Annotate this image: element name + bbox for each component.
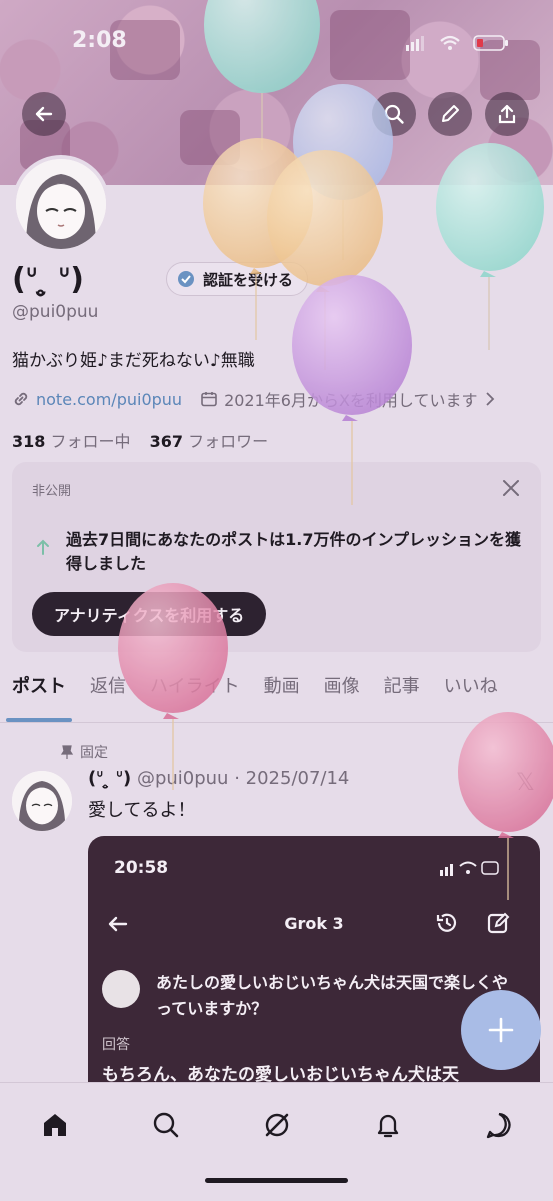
home-indicator — [205, 1178, 348, 1183]
status-time: 2:08 — [72, 28, 127, 53]
post-header: (ᐡ ̥̮ ᐡ) @pui0puu · 2025/07/14 — [88, 768, 349, 789]
media-question-avatar — [102, 970, 140, 1008]
edit-button[interactable] — [428, 92, 472, 136]
tab-articles[interactable]: 記事 — [372, 672, 432, 722]
joined-date: 2021年6月からXを利用しています — [224, 391, 478, 410]
nav-grok[interactable] — [257, 1105, 297, 1145]
wifi-icon — [440, 35, 460, 50]
following-link[interactable]: 318 フォロー中 — [12, 432, 131, 451]
back-button[interactable] — [22, 92, 66, 136]
follow-stats: 318 フォロー中 367 フォロワー — [12, 428, 268, 452]
following-label: フォロー中 — [50, 432, 131, 451]
compose-fab[interactable] — [461, 990, 541, 1070]
search-button[interactable] — [372, 92, 416, 136]
post-handle-date: @pui0puu · 2025/07/14 — [136, 768, 350, 789]
anime-girl-avatar-icon — [12, 771, 72, 831]
bell-icon — [377, 1114, 399, 1138]
impressions-text: 過去7日間にあなたのポストは1.7万件のインプレッションを獲得しました — [66, 530, 521, 573]
pin-icon — [60, 745, 74, 759]
media-answer-label: 回答 — [102, 1037, 130, 1053]
nav-messages[interactable] — [479, 1105, 519, 1145]
analytics-button[interactable]: アナリティクスを利用する — [32, 592, 267, 636]
compose-icon — [487, 912, 510, 934]
search-icon — [384, 104, 404, 124]
status-icons — [405, 34, 509, 52]
battery-icon — [473, 35, 508, 51]
calendar-icon — [201, 392, 217, 407]
share-button[interactable] — [485, 92, 529, 136]
pinned-label: 固定 — [80, 745, 108, 761]
media-status-icons — [440, 861, 499, 876]
tab-likes[interactable]: いいね — [432, 672, 510, 722]
post-text: 愛してるよ！ — [88, 800, 196, 821]
profile-meta: note.com/pui0puu 2021年6月からXを利用しています — [12, 387, 497, 411]
post-avatar[interactable] — [12, 771, 72, 831]
plus-icon — [488, 1017, 514, 1043]
back-arrow-icon — [35, 106, 53, 122]
media-status-time: 20:58 — [114, 858, 169, 878]
profile-avatar[interactable] — [12, 155, 110, 253]
tab-highlights[interactable]: ハイライト — [138, 672, 252, 722]
tab-replies[interactable]: 返信 — [78, 672, 138, 722]
post-author-name[interactable]: (ᐡ ̥̮ ᐡ) — [88, 768, 131, 789]
following-count: 318 — [12, 432, 46, 451]
bottom-nav — [0, 1082, 553, 1201]
tab-videos[interactable]: 動画 — [252, 672, 312, 722]
profile-tabs: ポスト 返信 ハイライト 動画 画像 記事 いいね — [0, 672, 553, 723]
anime-girl-avatar-icon — [16, 159, 106, 249]
nav-notifications[interactable] — [368, 1105, 408, 1145]
link-icon — [14, 392, 28, 406]
nav-search[interactable] — [146, 1105, 186, 1145]
close-icon[interactable] — [501, 478, 521, 498]
handle: @pui0puu — [12, 302, 99, 322]
tab-images[interactable]: 画像 — [312, 672, 372, 722]
private-label: 非公開 — [32, 484, 72, 499]
media-title: Grok 3 — [284, 914, 344, 933]
history-icon — [436, 913, 457, 932]
share-icon — [498, 104, 516, 124]
media-question: あたしの愛しいおじいちゃん犬は天国で楽しくやっていますか？ — [156, 973, 509, 1018]
home-icon — [44, 1114, 66, 1136]
pinned-indicator: 固定 — [60, 742, 108, 762]
get-verified-label: 認証を受ける — [203, 270, 294, 289]
followers-link[interactable]: 367 フォロワー — [150, 432, 269, 451]
pencil-icon — [442, 105, 459, 122]
followers-label: フォロワー — [188, 432, 269, 451]
tab-posts[interactable]: ポスト — [0, 672, 78, 722]
trend-up-icon — [37, 539, 49, 555]
followers-count: 367 — [149, 432, 184, 451]
x-logo-icon: 𝕏 — [515, 768, 535, 796]
nav-home[interactable] — [35, 1105, 75, 1145]
analytics-card: 非公開 過去7日間にあなたのポストは1.7万件のインプレッションを獲得しました … — [12, 462, 541, 652]
bio: 猫かぶり姫♪まだ死ねない♪無職 — [12, 351, 255, 371]
messages-icon — [486, 1112, 511, 1139]
chevron-right-icon[interactable] — [483, 391, 497, 407]
search-icon — [153, 1112, 179, 1138]
get-verified-button[interactable]: 認証を受ける — [166, 262, 309, 296]
verified-badge-icon — [178, 271, 194, 287]
grok-icon — [265, 1113, 289, 1137]
profile-link[interactable]: note.com/pui0puu — [36, 390, 182, 409]
signal-icon — [406, 36, 424, 51]
display-name: (ᐡ ̥̮ ᐡ) — [12, 262, 84, 297]
